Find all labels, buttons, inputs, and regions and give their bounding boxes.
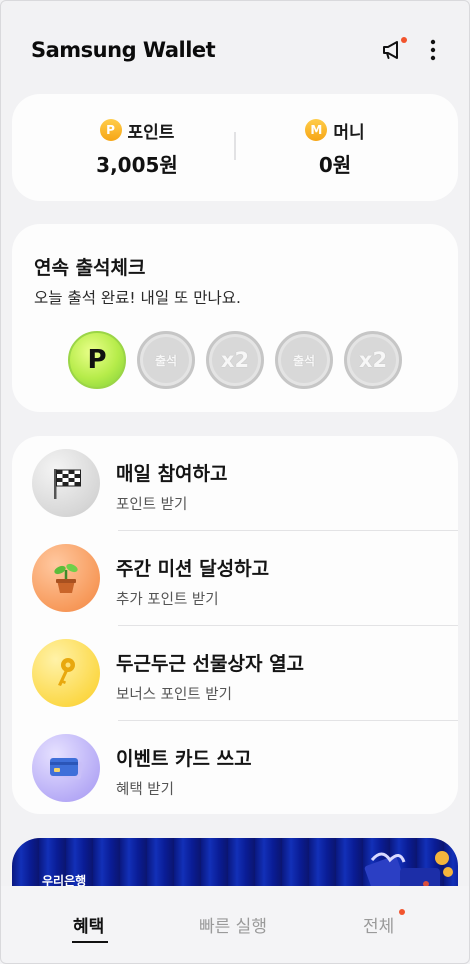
- tab-all-badge-dot: [399, 909, 405, 915]
- plant-pot-icon: [32, 544, 100, 612]
- mission-item-giftbox[interactable]: 두근두근 선물상자 열고 보너스 포인트 받기: [12, 626, 458, 721]
- mission-item-event-card[interactable]: 이벤트 카드 쓰고 혜택 받기: [12, 721, 458, 816]
- mission-subtitle: 보너스 포인트 받기: [116, 687, 232, 703]
- point-balance[interactable]: P 포인트 3,005원: [57, 118, 217, 178]
- money-balance[interactable]: M 머니 0원: [255, 118, 415, 178]
- mission-item-daily[interactable]: 매일 참여하고 포인트 받기: [12, 436, 458, 531]
- attendance-stamp-day2: 출석: [137, 331, 195, 389]
- attendance-subtitle: 오늘 출석 완료! 내일 또 만나요.: [34, 289, 241, 307]
- attendance-title: 연속 출석체크: [34, 257, 146, 279]
- mission-subtitle: 혜택 받기: [116, 782, 174, 798]
- mission-title: 주간 미션 달성하고: [116, 558, 270, 580]
- active-tab-indicator: [72, 941, 108, 943]
- notice-badge-dot: [401, 37, 407, 43]
- app-title: Samsung Wallet: [31, 38, 216, 62]
- attendance-stamp-day3: x2: [206, 331, 264, 389]
- point-value: 3,005원: [96, 153, 178, 177]
- mission-subtitle: 추가 포인트 받기: [116, 592, 219, 608]
- attendance-stamp-day1: P: [68, 331, 126, 389]
- notice-button[interactable]: [377, 37, 407, 67]
- mission-title: 매일 참여하고: [116, 463, 228, 485]
- mission-item-weekly[interactable]: 주간 미션 달성하고 추가 포인트 받기: [12, 531, 458, 626]
- more-options-button[interactable]: [418, 37, 448, 67]
- points-card: P 포인트 3,005원 M 머니 0원: [12, 94, 458, 201]
- attendance-stamp-day5: x2: [344, 331, 402, 389]
- point-coin-icon: P: [99, 119, 122, 141]
- mission-title: 두근두근 선물상자 열고: [116, 653, 305, 675]
- tab-quick-actions[interactable]: 빠른 실행: [199, 912, 267, 937]
- tab-all[interactable]: 전체: [363, 912, 394, 937]
- money-coin-icon: M: [305, 119, 328, 141]
- credit-card-icon: [32, 734, 100, 802]
- money-label: 머니: [333, 122, 365, 143]
- money-value: 0원: [318, 153, 352, 177]
- mission-title: 이벤트 카드 쓰고: [116, 748, 252, 770]
- mission-subtitle: 포인트 받기: [116, 497, 188, 513]
- more-vertical-icon: [430, 39, 436, 65]
- attendance-card[interactable]: 연속 출석체크 오늘 출석 완료! 내일 또 만나요. P 출석 x2 출석 x…: [12, 224, 458, 412]
- tab-benefits[interactable]: 혜택: [73, 912, 104, 937]
- bottom-nav: 혜택 빠른 실행 전체: [0, 886, 470, 964]
- key-icon: [32, 639, 100, 707]
- app-header: Samsung Wallet: [0, 0, 470, 100]
- attendance-stamp-day4: 출석: [275, 331, 333, 389]
- checkered-flag-icon: [32, 449, 100, 517]
- megaphone-icon: [381, 39, 403, 65]
- points-divider: [234, 132, 236, 160]
- point-label: 포인트: [127, 122, 175, 143]
- missions-card: 매일 참여하고 포인트 받기 주간 미션 달성하고 추가 포인트 받기 두근두근: [12, 436, 458, 814]
